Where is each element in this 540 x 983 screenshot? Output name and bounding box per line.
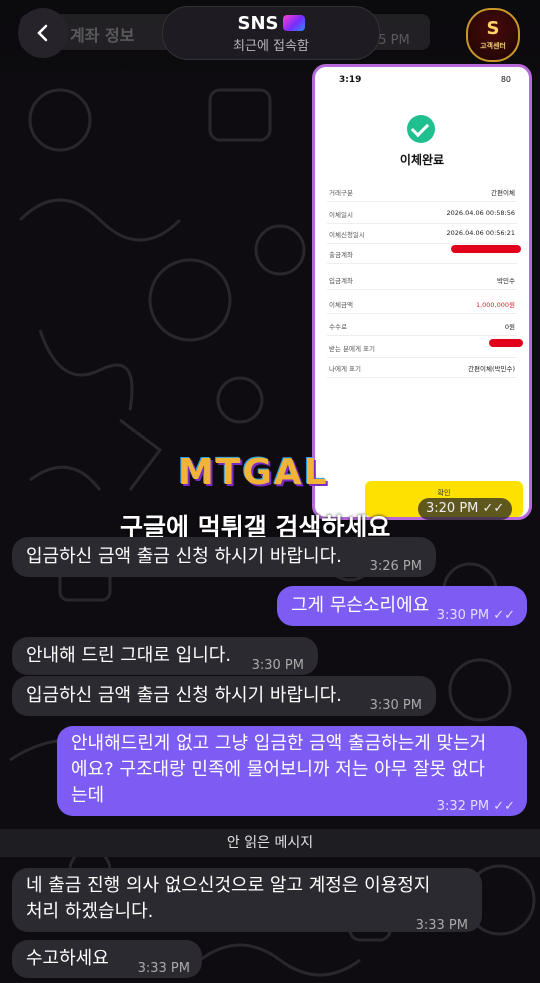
incoming-message-bubble[interactable]: 입금하신 금액 출금 신청 하시기 바랍니다. 3:26 PM — [12, 537, 436, 577]
transfer-complete-heading: 이체완료 — [399, 153, 445, 167]
mtgal-logo: MTGAL — [178, 452, 329, 493]
outgoing-message-bubble[interactable]: 그게 무슨소리에요 3:30 PM ✓✓ — [277, 586, 527, 626]
message-time: 3:26 PM — [369, 559, 422, 574]
chat-title: SNS — [163, 13, 379, 34]
chevron-left-icon — [37, 24, 48, 42]
incoming-message-bubble[interactable]: 입금하신 금액 출금 신청 하시기 바랍니다. 3:30 PM — [12, 676, 436, 716]
chat-title-pill[interactable]: SNS 최근에 접속함 — [162, 6, 380, 60]
redaction-mark — [489, 339, 523, 347]
message-text: 입금하신 금액 출금 신청 하시기 바랍니다. — [26, 546, 342, 567]
avatar-letter: S — [486, 18, 500, 39]
check-circle-icon — [407, 115, 435, 143]
incoming-message-bubble[interactable]: 수고하세요 3:33 PM — [12, 940, 202, 978]
redaction-mark — [451, 245, 521, 253]
message-time: 3:33 PM — [137, 961, 190, 976]
receipt-row: 이체일시 2026.04.06 00:58:56 — [327, 203, 517, 224]
receipt-row: 이체신청일시 2026.04.06 00:56:21 — [327, 223, 517, 244]
back-button[interactable] — [18, 8, 68, 58]
message-text-line: 처리 하겠습니다. — [26, 901, 154, 922]
avatar[interactable]: S 고객센터 — [466, 8, 520, 62]
receipt-row: 수수료 0원 — [327, 315, 517, 336]
message-text-line: 에요? 구조대랑 민족에 물어보니까 저는 아무 잘못 없다 — [71, 759, 485, 780]
message-time: 3:30 PM ✓✓ — [436, 608, 515, 623]
outgoing-message-bubble[interactable]: 안내해드린게 없고 그냥 입금한 금액 출금하는게 맞는거 에요? 구조대랑 민… — [57, 726, 527, 816]
sns-logo-icon — [282, 15, 305, 31]
message-text-line: 네 출금 진행 의사 없으신것으로 알고 계정은 이용정지 — [26, 875, 431, 896]
shared-screenshot-image[interactable]: 3:19 80 이체완료 거래구분 간편이체 이체일시 2026.04.06 00:… — [312, 64, 532, 520]
message-time: 3:30 PM — [369, 698, 422, 713]
chat-status: 최근에 접속함 — [233, 39, 309, 54]
unread-messages-divider: 안 읽은 메시지 — [0, 829, 540, 857]
message-text-line: 안내해드린게 없고 그냥 입금한 금액 출금하는게 맞는거 — [71, 733, 487, 754]
receipt-row: 이체금액 1,000,000원 — [327, 293, 517, 314]
receipt-row: 입금계좌 박민수 — [327, 269, 517, 290]
battery-level: 80 — [500, 75, 511, 84]
receipt-row: 거래구분 간편이체 — [327, 181, 517, 202]
incoming-message-bubble[interactable]: 안내해 드린 그대로 입니다. 3:30 PM — [12, 637, 318, 675]
receipt-row: 나에게 표기 간편이체(박민수) — [327, 357, 517, 378]
incoming-message-bubble[interactable]: 네 출금 진행 의사 없으신것으로 알고 계정은 이용정지 처리 하겠습니다. … — [12, 868, 482, 933]
pinned-message-text: 계좌 정보 — [70, 26, 135, 45]
message-time: 3:32 PM ✓✓ — [436, 799, 515, 814]
message-text: 입금하신 금액 출금 신청 하시기 바랍니다. — [26, 685, 342, 706]
message-time: 3:20 PM ✓✓ — [418, 498, 513, 520]
avatar-label: 고객센터 — [480, 42, 506, 50]
status-time: 3:19 — [339, 75, 362, 85]
message-time: 3:33 PM — [415, 918, 468, 933]
